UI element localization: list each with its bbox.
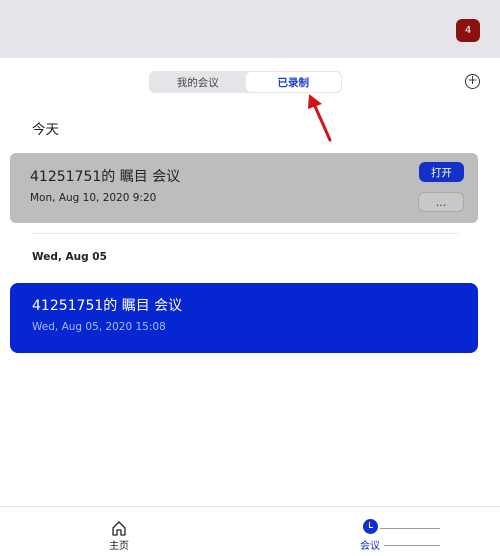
window-titlebar: 4	[0, 0, 500, 58]
tab-recorded[interactable]: 已录制	[245, 72, 341, 92]
bottom-navigation: 主页 会议	[0, 506, 500, 556]
meeting-card-selected[interactable]: 41251751的 瞩目 会议 Wed, Aug 05, 2020 15:08	[10, 283, 478, 353]
meeting-title: 41251751的 瞩目 会议	[32, 298, 183, 314]
red-arrow	[308, 94, 332, 142]
more-button[interactable]: ...	[418, 192, 464, 212]
scroll-line	[384, 545, 440, 546]
nav-item-home[interactable]: 主页	[104, 520, 134, 552]
tab-my-meetings[interactable]: 我的会议	[150, 72, 246, 92]
meeting-time: Wed, Aug 05, 2020 15:08	[32, 321, 166, 333]
meeting-title: 41251751的 瞩目 会议	[30, 169, 181, 185]
plus-circle-icon[interactable]: +	[465, 74, 480, 89]
meeting-card[interactable]: 41251751的 瞩目 会议 Mon, Aug 10, 2020 9:20 打…	[10, 153, 478, 223]
scroll-line	[380, 528, 440, 529]
section-heading-today: 今天	[32, 122, 59, 138]
home-icon	[112, 521, 126, 536]
nav-item-meetings[interactable]: 会议	[355, 519, 385, 552]
divider	[32, 233, 458, 234]
nav-label-meetings: 会议	[360, 541, 380, 552]
notification-badge[interactable]: 4	[456, 19, 480, 42]
open-button[interactable]: 打开	[419, 162, 464, 182]
section-heading-aug05: Wed, Aug 05	[32, 251, 107, 263]
meeting-time: Mon, Aug 10, 2020 9:20	[30, 192, 157, 204]
clock-icon	[362, 519, 378, 534]
nav-label-home: 主页	[109, 541, 129, 552]
meeting-tab-switch: 我的会议 已录制	[149, 71, 342, 93]
